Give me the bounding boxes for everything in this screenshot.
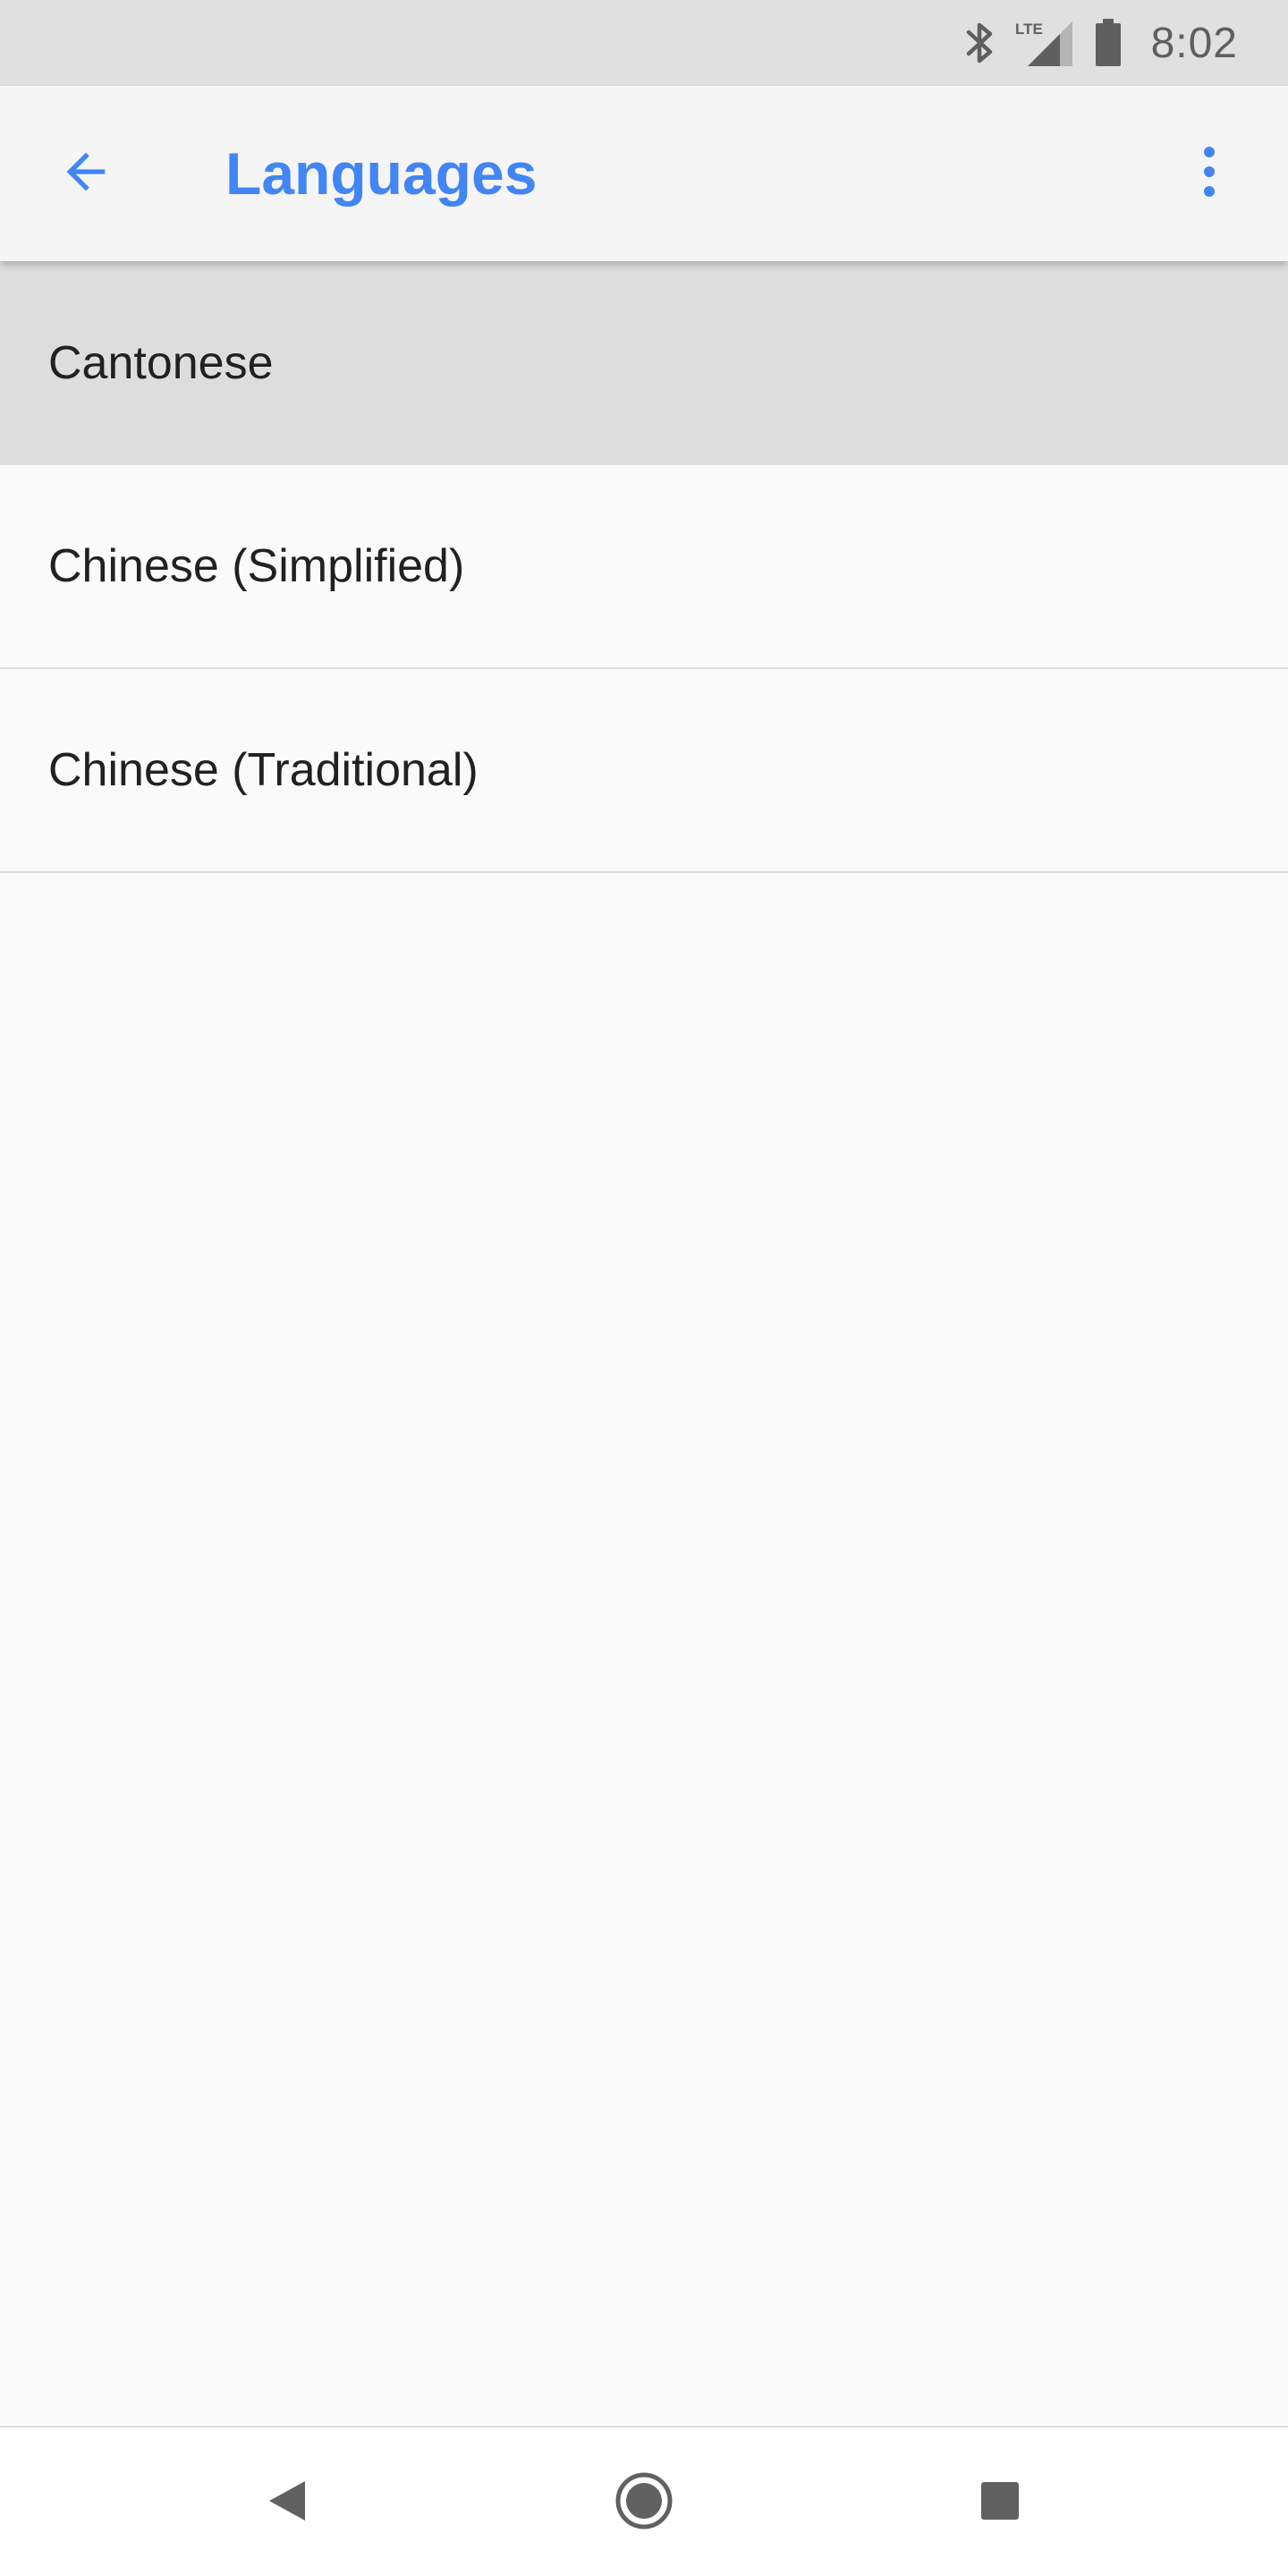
nav-recents-button[interactable] [962,2465,1038,2540]
nav-home-button[interactable] [606,2465,682,2540]
more-options-button[interactable] [1174,138,1245,209]
nav-back-icon [266,2478,309,2529]
battery-icon [1094,19,1123,67]
status-bar: LTE 8:02 [0,0,1288,86]
lte-signal-icon: LTE [1015,18,1074,68]
app-bar: Languages [0,86,1288,261]
status-time: 8:02 [1150,19,1238,67]
system-nav-bar [0,2426,1288,2576]
language-list: Cantonese Chinese (Simplified) Chinese (… [0,261,1288,873]
arrow-back-icon [57,143,114,205]
network-type-label: LTE [1015,21,1043,38]
more-vert-icon [1199,143,1220,205]
page-title: Languages [225,140,538,207]
nav-home-icon [614,2470,674,2536]
language-item-cantonese[interactable]: Cantonese [0,261,1288,465]
language-item-chinese-simplified[interactable]: Chinese (Simplified) [0,465,1288,669]
language-item-chinese-traditional[interactable]: Chinese (Traditional) [0,669,1288,873]
nav-back-button[interactable] [250,2465,325,2540]
back-button[interactable] [50,138,122,209]
bluetooth-icon [965,20,996,66]
nav-recents-icon [979,2480,1021,2526]
